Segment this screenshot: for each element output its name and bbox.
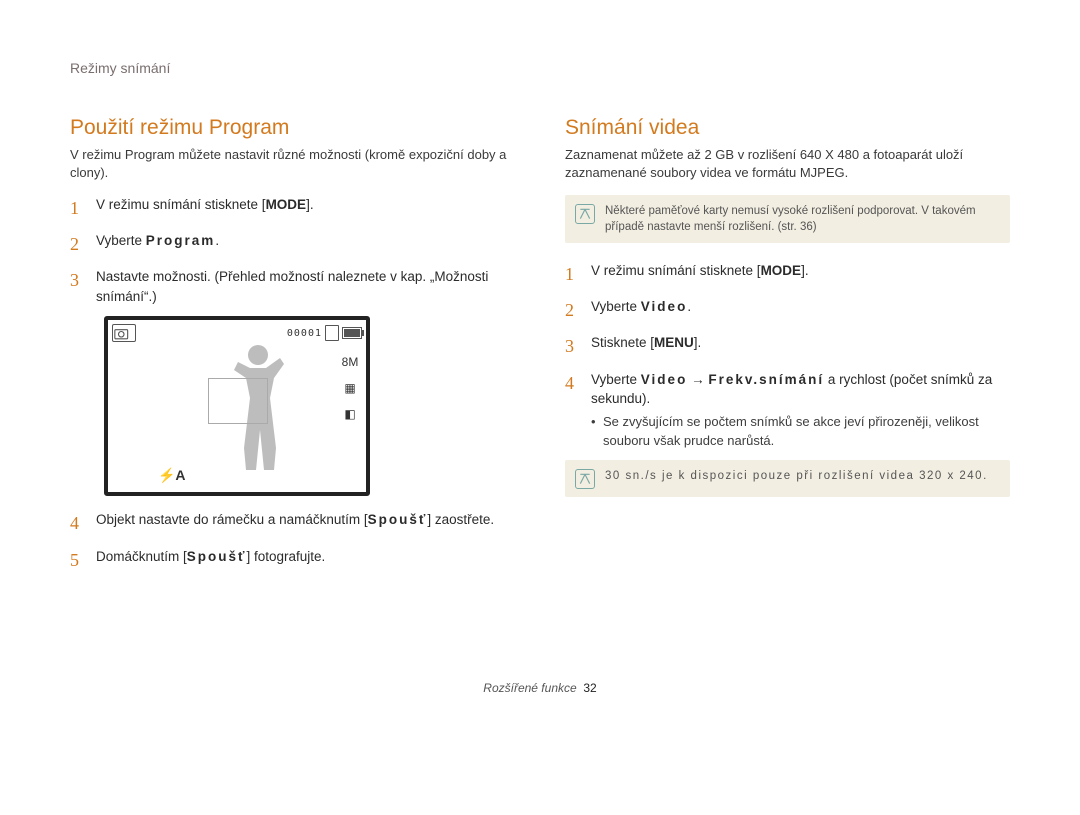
text: . <box>215 233 219 248</box>
text: Domáčknutím [ <box>96 549 187 564</box>
step-number: 5 <box>70 547 84 573</box>
list-item: 4 Vyberte Video → Frekv.snímání a rychlo… <box>565 370 1010 451</box>
resolution-icon: 8M <box>340 354 360 370</box>
step-body: V režimu snímání stisknete [MODE]. <box>96 195 515 221</box>
arrow-icon: → <box>691 372 705 387</box>
step-body: Vyberte Program. <box>96 231 515 257</box>
step-number: 2 <box>70 231 84 257</box>
menu-label: MENU <box>654 335 694 350</box>
info-icon <box>575 204 595 224</box>
text: ] fotografujte. <box>247 549 326 564</box>
list-item: 5 Domáčknutím [Spoušť] fotografujte. <box>70 547 515 573</box>
frame-counter: 00001 <box>287 328 322 339</box>
info-text: Některé paměťové karty nemusí vysoké roz… <box>605 203 1000 235</box>
framerate-menu-label: Frekv.snímání <box>708 372 824 387</box>
step-body: Vyberte Video → Frekv.snímání a rychlost… <box>591 370 1010 451</box>
info-note: Některé paměťové karty nemusí vysoké roz… <box>565 195 1010 243</box>
quality-icon: ▦ <box>340 380 360 396</box>
metering-icon: ◧ <box>340 406 360 422</box>
left-steps-cont: 4 Objekt nastavte do rámečku a namáčknut… <box>70 510 515 572</box>
text: Vyberte <box>591 372 637 387</box>
info-text: 30 sn./s je k dispozici pouze při rozliš… <box>605 468 988 484</box>
left-steps: 1 V režimu snímání stisknete [MODE]. 2 V… <box>70 195 515 306</box>
step-body: Vyberte Video. <box>591 297 1010 323</box>
left-heading: Použití režimu Program <box>70 116 515 140</box>
shutter-label: Spoušť <box>187 549 247 564</box>
step-body: Objekt nastavte do rámečku a namáčknutím… <box>96 510 515 536</box>
shutter-label: Spoušť <box>368 512 428 527</box>
camera-mode-icon <box>112 324 136 342</box>
text: ]. <box>694 335 702 350</box>
step-number: 4 <box>70 510 84 536</box>
list-item: 4 Objekt nastavte do rámečku a namáčknut… <box>70 510 515 536</box>
right-intro: Zaznamenat můžete až 2 GB v rozlišení 64… <box>565 146 1010 181</box>
info-icon <box>575 469 595 489</box>
step-number: 3 <box>70 267 84 306</box>
program-label: Program <box>146 233 216 248</box>
list-item: 2 Vyberte Program. <box>70 231 515 257</box>
text: Vyberte <box>96 233 142 248</box>
step-body: Nastavte možnosti. (Přehled možností nal… <box>96 267 515 306</box>
text: Objekt nastavte do rámečku a namáčknutím… <box>96 512 368 527</box>
step-body: Domáčknutím [Spoušť] fotografujte. <box>96 547 515 573</box>
page-number: 32 <box>583 681 596 695</box>
step-subnote: Se zvyšujícím se počtem snímků se akce j… <box>591 413 1010 451</box>
battery-icon <box>342 327 362 339</box>
left-column: Použití režimu Program V režimu Program … <box>70 116 515 583</box>
step-body: Stisknete [MENU]. <box>591 333 1010 359</box>
text: Vyberte <box>591 299 637 314</box>
text: V režimu snímání stisknete [ <box>591 263 761 278</box>
mode-label: MODE <box>266 197 307 212</box>
info-note-2: 30 sn./s je k dispozici pouze při rozliš… <box>565 460 1010 497</box>
flash-indicator: ⚡A <box>158 467 186 484</box>
text: ]. <box>801 263 809 278</box>
video-menu-label: Video <box>641 372 688 387</box>
right-steps: 1 V režimu snímání stisknete [MODE]. 2 V… <box>565 261 1010 450</box>
list-item: 1 V režimu snímání stisknete [MODE]. <box>565 261 1010 287</box>
text: V režimu snímání stisknete [ <box>96 197 266 212</box>
mode-label: MODE <box>761 263 802 278</box>
list-item: 2 Vyberte Video. <box>565 297 1010 323</box>
step-number: 4 <box>565 370 579 451</box>
video-label: Video <box>641 299 688 314</box>
step-body: V režimu snímání stisknete [MODE]. <box>591 261 1010 287</box>
footer-section: Rozšířené funkce <box>483 681 576 695</box>
sd-card-icon <box>325 325 339 341</box>
page-footer: Rozšířené funkce 32 <box>0 681 1080 695</box>
list-item: 3 Nastavte možnosti. (Přehled možností n… <box>70 267 515 306</box>
step-number: 1 <box>565 261 579 287</box>
text: ]. <box>306 197 314 212</box>
section-header: Režimy snímání <box>70 60 1010 76</box>
right-heading: Snímání videa <box>565 116 1010 140</box>
left-intro: V režimu Program můžete nastavit různé m… <box>70 146 515 181</box>
camera-preview-illustration: 00001 8M ▦ ◧ ⚡A <box>104 316 370 496</box>
focus-frame <box>208 378 268 424</box>
step-number: 3 <box>565 333 579 359</box>
step-number: 1 <box>70 195 84 221</box>
text: Stisknete [ <box>591 335 654 350</box>
text: . <box>687 299 691 314</box>
list-item: 3 Stisknete [MENU]. <box>565 333 1010 359</box>
step-number: 2 <box>565 297 579 323</box>
text: ] zaostřete. <box>427 512 494 527</box>
right-column: Snímání videa Zaznamenat můžete až 2 GB … <box>565 116 1010 583</box>
list-item: 1 V režimu snímání stisknete [MODE]. <box>70 195 515 221</box>
